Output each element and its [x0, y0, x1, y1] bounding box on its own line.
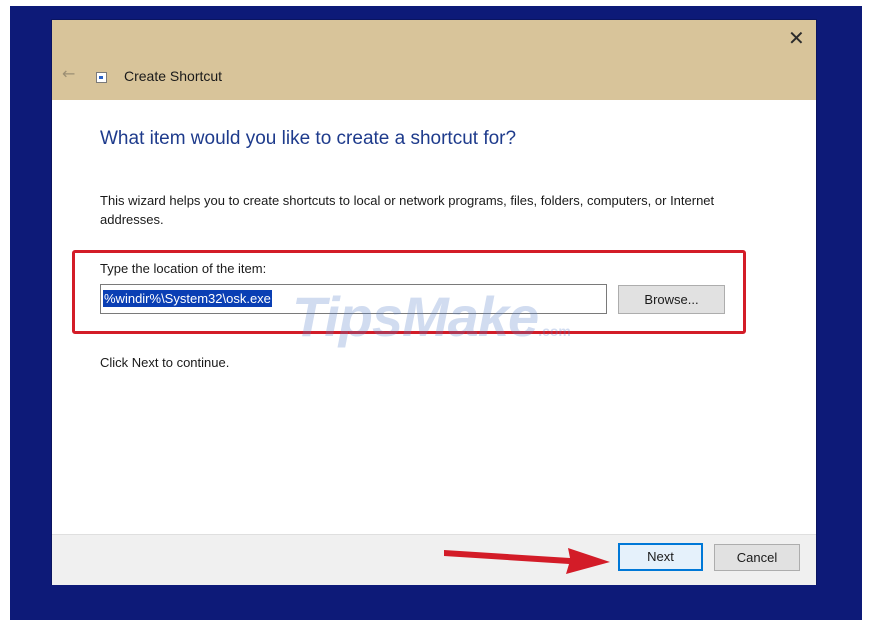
red-arrow-annotation: [444, 548, 610, 574]
create-shortcut-dialog: ← Create Shortcut ✕ What item would you …: [52, 20, 816, 585]
browse-button[interactable]: Browse...: [618, 285, 725, 314]
location-value: %windir%\System32\osk.exe: [103, 290, 272, 307]
watermark-suffix: .com: [538, 323, 571, 339]
continue-hint: Click Next to continue.: [100, 355, 230, 370]
cancel-button[interactable]: Cancel: [714, 544, 800, 571]
dialog-title: Create Shortcut: [124, 68, 223, 84]
location-label: Type the location of the item:: [100, 261, 267, 276]
close-icon[interactable]: ✕: [788, 28, 805, 48]
watermark-text: TipsMake: [292, 285, 539, 348]
title-bar: ← Create Shortcut ✕: [52, 20, 816, 100]
back-arrow-icon[interactable]: ←: [62, 64, 75, 83]
shortcut-app-icon: [96, 72, 107, 83]
wizard-description: This wizard helps you to create shortcut…: [100, 193, 715, 227]
page-heading: What item would you like to create a sho…: [100, 128, 517, 149]
watermark: TipsMake.com: [292, 284, 571, 349]
next-button[interactable]: Next: [618, 543, 703, 571]
